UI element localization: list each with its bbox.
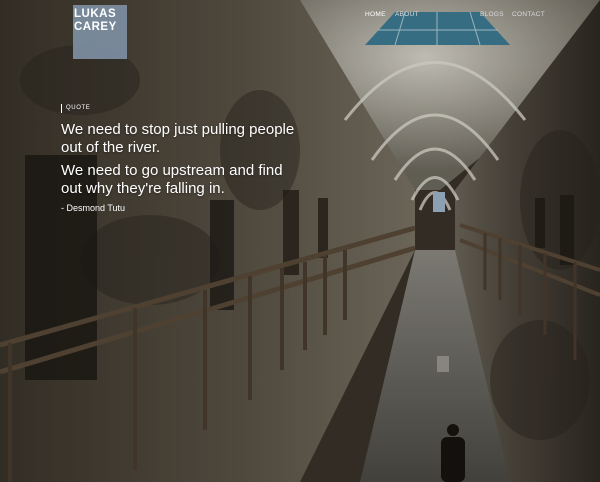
quote-tag: QUOTE [61, 104, 90, 113]
logo-text[interactable]: LUKAS CAREY [74, 8, 117, 34]
nav-about[interactable]: ABOUT [395, 11, 419, 18]
brand-line-1: LUKAS [74, 8, 117, 20]
brand-line-2: CAREY [74, 21, 117, 33]
quote-line-2: out of the river. [61, 139, 161, 156]
nav-home[interactable]: HOME [365, 11, 386, 18]
quote-line-4: out why they're falling in. [61, 180, 225, 197]
nav-blogs[interactable]: BLOGS [480, 11, 504, 18]
main-nav: HOME ABOUT BLOGS CONTACT [350, 11, 600, 25]
quote-line-3: We need to go upstream and find [61, 162, 283, 179]
background-photo [0, 0, 600, 482]
quote-line-1: We need to stop just pulling people [61, 121, 295, 138]
nav-contact[interactable]: CONTACT [512, 11, 545, 18]
quote-author: - Desmond Tutu [61, 203, 126, 213]
